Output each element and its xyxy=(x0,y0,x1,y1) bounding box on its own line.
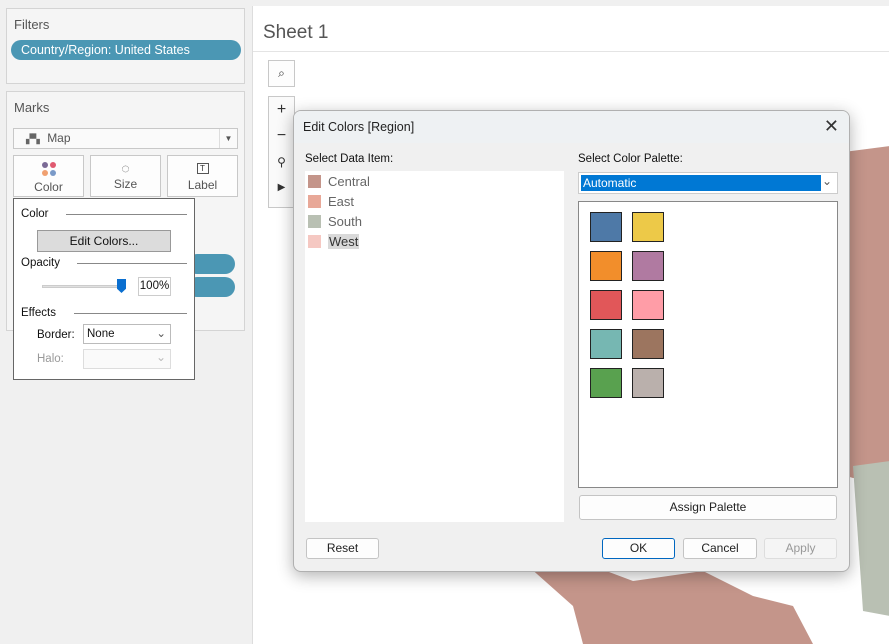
label-button[interactable]: T Label xyxy=(167,155,238,197)
palette-value: Automatic xyxy=(581,175,821,191)
zoom-in-icon[interactable]: + xyxy=(269,97,294,123)
cancel-button[interactable]: Cancel xyxy=(683,538,757,559)
data-item-west[interactable]: West xyxy=(308,233,360,251)
opacity-input[interactable]: 100% xyxy=(138,277,171,296)
color-button[interactable]: Color xyxy=(13,155,84,197)
opacity-slider[interactable] xyxy=(42,285,122,288)
effects-heading: Effects xyxy=(21,307,56,319)
palette-swatch[interactable] xyxy=(590,212,622,242)
pin-icon[interactable]: ⚲ xyxy=(269,149,294,175)
reset-button[interactable]: Reset xyxy=(306,538,379,559)
palette-swatch[interactable] xyxy=(590,251,622,281)
label-icon: T xyxy=(196,163,209,174)
data-item-label: Select Data Item: xyxy=(305,153,394,165)
color-dots-icon xyxy=(41,162,56,176)
palette-dropdown[interactable]: Automatic ⌄ xyxy=(578,172,838,194)
size-button-label: Size xyxy=(113,177,138,191)
data-item-east[interactable]: East xyxy=(308,193,354,211)
zoom-out-icon[interactable]: − xyxy=(269,123,294,149)
chevron-down-icon: ⌄ xyxy=(156,328,166,340)
opacity-slider-thumb[interactable] xyxy=(117,279,126,293)
filter-pill-country[interactable]: Country/Region: United States xyxy=(11,40,241,60)
palette-swatch[interactable] xyxy=(632,251,664,281)
map-toolbar: + − ⚲ ▶ xyxy=(268,96,295,208)
assign-palette-button[interactable]: Assign Palette xyxy=(579,495,837,520)
border-label: Border: xyxy=(37,329,75,341)
size-button[interactable]: ◌ Size xyxy=(90,155,161,197)
opacity-heading: Opacity xyxy=(21,257,60,269)
palette-swatch[interactable] xyxy=(632,290,664,320)
halo-dropdown[interactable]: ⌄ xyxy=(83,349,171,369)
border-value: None xyxy=(87,328,115,340)
dialog-title: Edit Colors [Region] xyxy=(294,111,849,143)
palette-swatch[interactable] xyxy=(632,212,664,242)
palette-swatch[interactable] xyxy=(590,368,622,398)
swatch-east xyxy=(308,195,321,208)
color-heading: Color xyxy=(21,208,49,220)
palette-label: Select Color Palette: xyxy=(578,153,683,165)
swatch-central xyxy=(308,175,321,188)
swatch-south xyxy=(308,215,321,228)
label-button-label: Label xyxy=(187,178,218,192)
apply-button[interactable]: Apply xyxy=(764,538,837,559)
color-popup: Color Edit Colors... Opacity 100% Effect… xyxy=(13,198,195,380)
data-item-central[interactable]: Central xyxy=(308,173,370,191)
palette-swatch[interactable] xyxy=(590,329,622,359)
edit-colors-button[interactable]: Edit Colors... xyxy=(37,230,171,252)
ok-button[interactable]: OK xyxy=(602,538,675,559)
map-icon: ▞▚ xyxy=(26,134,40,144)
chevron-down-icon: ▼ xyxy=(219,129,237,148)
mark-type-value: Map xyxy=(47,131,71,145)
chevron-down-icon: ⌄ xyxy=(155,350,166,364)
halo-label: Halo: xyxy=(37,353,64,365)
marks-title: Marks xyxy=(14,100,50,115)
filters-title: Filters xyxy=(14,17,50,32)
edit-colors-dialog: Edit Colors [Region] ✕ Select Data Item:… xyxy=(293,110,850,572)
palette-swatch[interactable] xyxy=(590,290,622,320)
filters-panel: Filters Country/Region: United States xyxy=(6,8,245,84)
map-region-texas xyxy=(528,566,813,644)
border-dropdown[interactable]: None ⌄ xyxy=(83,324,171,344)
close-icon[interactable]: ✕ xyxy=(824,116,839,137)
mark-type-dropdown[interactable]: ▞▚ Map ▼ xyxy=(13,128,238,149)
palette-swatch[interactable] xyxy=(632,329,664,359)
search-map-button[interactable]: ⌕ xyxy=(268,60,295,87)
color-button-label: Color xyxy=(34,180,63,194)
size-icon: ◌ xyxy=(121,160,130,176)
data-item-list: Central East South West xyxy=(305,171,564,522)
palette-swatch[interactable] xyxy=(632,368,664,398)
data-item-south[interactable]: South xyxy=(308,213,362,231)
map-region-south xyxy=(853,461,889,616)
swatch-west xyxy=(308,235,321,248)
chevron-down-icon: ⌄ xyxy=(821,174,832,188)
expand-arrow-icon[interactable]: ▶ xyxy=(269,175,294,201)
